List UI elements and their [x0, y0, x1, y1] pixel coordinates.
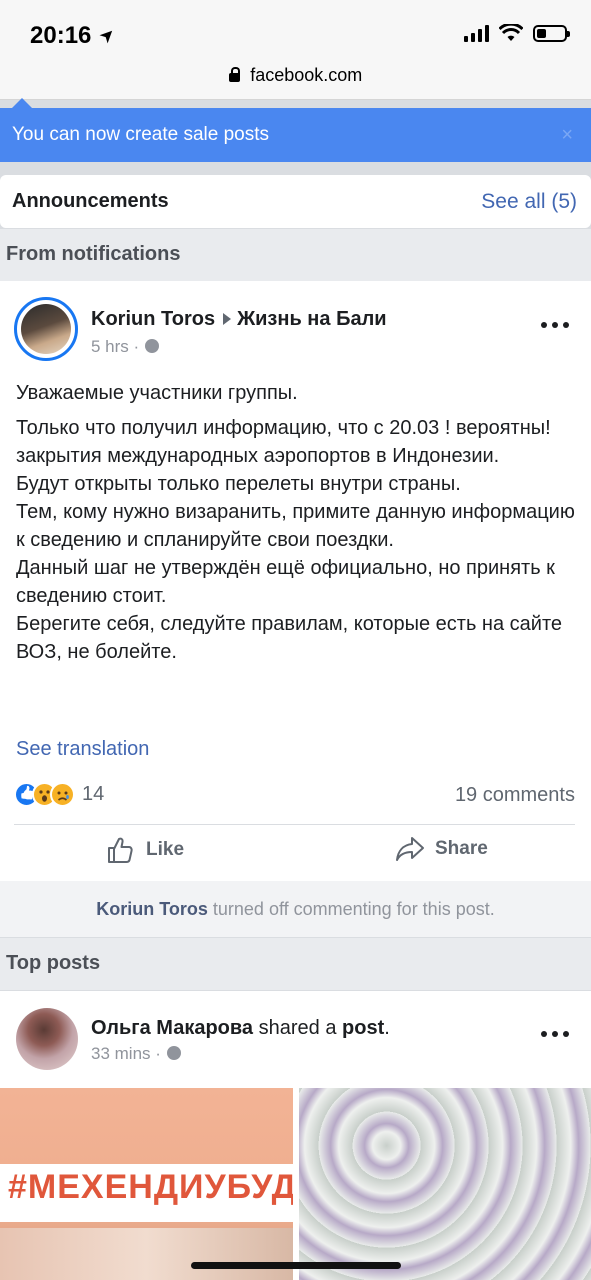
like-button[interactable]: Like [106, 836, 184, 864]
thumbs-up-icon [108, 837, 133, 863]
share-icon [396, 837, 424, 861]
announcements-title: Announcements [12, 190, 169, 212]
post-paragraph: Только что получил информацию, что с 20.… [16, 417, 575, 663]
banner-text: You can now create sale posts [12, 124, 270, 145]
comment-off-author[interactable]: Koriun Toros [96, 899, 208, 919]
sad-reaction-icon [50, 782, 75, 807]
globe-icon [166, 1046, 181, 1060]
post-link[interactable]: post [342, 1017, 384, 1039]
section-header-top-posts: Top posts [0, 938, 591, 990]
post-image-left[interactable]: #МЕХЕНДИУБУД [0, 1088, 293, 1280]
battery-icon [533, 24, 570, 42]
url-text: facebook.com [250, 65, 363, 85]
close-icon[interactable]: × [561, 124, 573, 147]
see-all-link[interactable]: See all (5) [481, 190, 577, 214]
banner-notch [12, 98, 32, 108]
avatar[interactable] [14, 297, 78, 361]
reaction-count: 14 [82, 783, 105, 805]
status-time: 20:16 [30, 22, 92, 49]
reactions-summary[interactable]: 14 [14, 782, 104, 807]
post-image-right[interactable] [299, 1088, 591, 1280]
share-button[interactable]: Share [395, 836, 488, 862]
comment-off-text: turned off commenting for this post. [207, 899, 495, 919]
shared-text: shared a [253, 1017, 343, 1039]
post-time[interactable]: 33 mins · [91, 1044, 161, 1063]
section-header-from-notifications: From notifications [0, 229, 591, 281]
author-name[interactable]: Koriun Toros [91, 308, 215, 330]
cellular-signal-icon [464, 24, 489, 42]
see-translation-link[interactable]: See translation [16, 738, 149, 761]
author-name[interactable]: Ольга Макарова [91, 1017, 253, 1039]
status-icons [464, 24, 570, 42]
section-title: From notifications [6, 243, 181, 265]
avatar[interactable] [16, 1008, 78, 1070]
commenting-off-notice: Koriun Toros turned off commenting for t… [0, 881, 591, 937]
group-name[interactable]: Жизнь на Бали [237, 308, 387, 330]
arrow-right-icon [223, 313, 232, 326]
lock-icon [228, 67, 240, 82]
home-indicator[interactable] [191, 1262, 401, 1269]
post-author-line: Ольга Макарова shared a post. [91, 1017, 390, 1040]
post-meta: 33 mins · [91, 1044, 181, 1064]
more-options-icon[interactable] [541, 322, 569, 328]
sale-posts-banner[interactable]: You can now create sale posts × [0, 108, 591, 162]
location-arrow-icon: ➤ [94, 22, 120, 48]
wifi-icon [499, 24, 523, 41]
section-title: Top posts [6, 952, 101, 974]
post-meta: 5 hrs · [91, 337, 160, 357]
globe-icon [145, 339, 160, 353]
status-bar: 20:16 ➤ [0, 0, 591, 60]
divider [14, 824, 575, 825]
image-caption-text: #МЕХЕНДИУБУД [8, 1168, 293, 1206]
more-options-icon[interactable] [541, 1031, 569, 1037]
post-time[interactable]: 5 hrs · [91, 337, 139, 356]
like-label: Like [146, 839, 185, 860]
url-bar[interactable]: facebook.com [0, 60, 591, 100]
post-paragraph: Уважаемые участники группы. [16, 382, 298, 404]
announcements-bar: Announcements See all (5) [0, 175, 591, 228]
post-author-line: Koriun Toros Жизнь на Бали [91, 308, 387, 331]
comments-count[interactable]: 19 comments [455, 784, 575, 807]
post-body: Уважаемые участники группы. Только что п… [16, 379, 576, 673]
share-label: Share [435, 838, 488, 859]
period: . [384, 1017, 390, 1039]
